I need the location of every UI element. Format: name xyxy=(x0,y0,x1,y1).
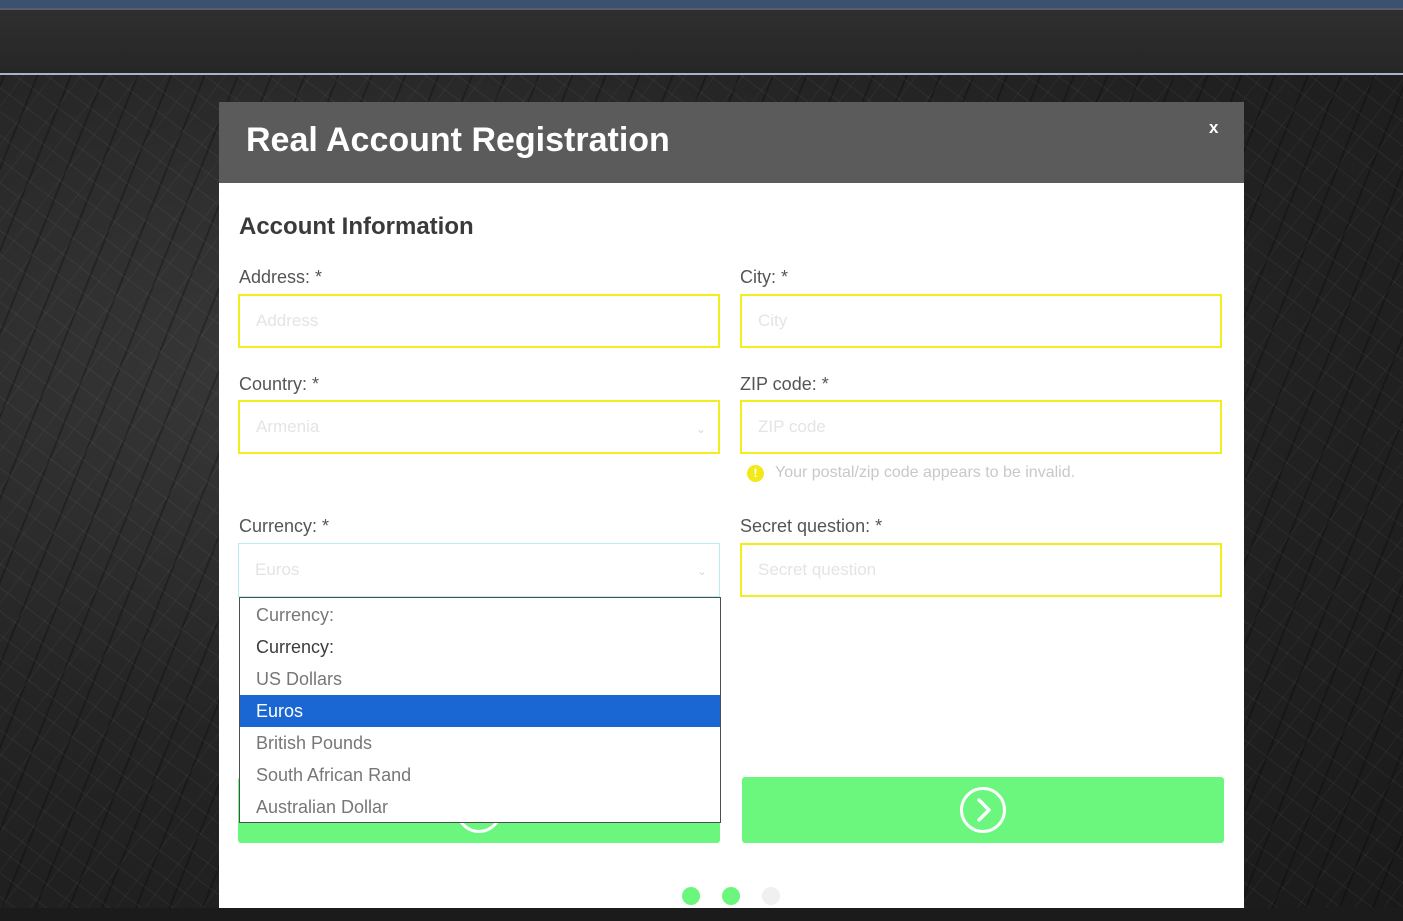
arrow-right-circle-icon xyxy=(960,787,1006,833)
step-dot-3[interactable] xyxy=(762,887,780,905)
secret-question-input[interactable]: Secret question xyxy=(740,543,1222,597)
top-navigation-bar xyxy=(0,8,1403,75)
step-indicator xyxy=(682,887,802,905)
currency-option[interactable]: Australian Dollar xyxy=(240,791,720,823)
city-input[interactable]: City xyxy=(740,294,1222,348)
zip-input[interactable]: ZIP code xyxy=(740,400,1222,454)
next-button[interactable] xyxy=(742,777,1224,843)
top-accent-strip xyxy=(0,0,1403,8)
currency-select[interactable]: Euros ⌄ xyxy=(238,543,720,597)
city-label: City: * xyxy=(740,267,789,287)
zip-validation-hint: ! Your postal/zip code appears to be inv… xyxy=(747,464,1075,482)
warning-icon: ! xyxy=(747,464,764,482)
currency-option[interactable]: Currency: xyxy=(240,631,720,663)
secret-question-placeholder: Secret question xyxy=(758,560,877,579)
currency-label: Currency: * xyxy=(239,516,330,536)
zip-hint-text: Your postal/zip code appears to be inval… xyxy=(775,464,1076,481)
currency-option[interactable]: South African Rand xyxy=(240,759,720,791)
modal-header: Real Account Registration x xyxy=(219,102,1244,183)
bottom-bar xyxy=(0,908,1403,921)
address-placeholder: Address xyxy=(256,311,319,330)
chevron-down-icon: ⌄ xyxy=(695,422,706,436)
currency-value: Euros xyxy=(255,560,300,579)
currency-option[interactable]: US Dollars xyxy=(240,663,720,695)
city-placeholder: City xyxy=(758,311,788,330)
modal-title: Real Account Registration xyxy=(246,121,670,159)
secret-question-label: Secret question: * xyxy=(740,516,883,536)
currency-option[interactable]: British Pounds xyxy=(240,727,720,759)
country-select[interactable]: Armenia ⌄ xyxy=(238,400,720,454)
close-icon[interactable]: x xyxy=(1209,118,1218,138)
currency-option[interactable]: Currency: xyxy=(240,599,720,631)
zip-label: ZIP code: * xyxy=(740,374,829,394)
step-dot-1[interactable] xyxy=(682,887,700,905)
section-title: Account Information xyxy=(239,213,474,240)
step-dot-2[interactable] xyxy=(722,887,740,905)
address-input[interactable]: Address xyxy=(238,294,720,348)
address-label: Address: * xyxy=(239,267,323,287)
country-label: Country: * xyxy=(239,374,320,394)
country-value: Armenia xyxy=(256,417,320,436)
currency-dropdown-list: Currency: Currency: US Dollars Euros Bri… xyxy=(239,597,721,823)
zip-placeholder: ZIP code xyxy=(758,417,826,436)
currency-option-selected[interactable]: Euros xyxy=(240,695,720,727)
chevron-down-icon: ⌄ xyxy=(696,564,707,578)
